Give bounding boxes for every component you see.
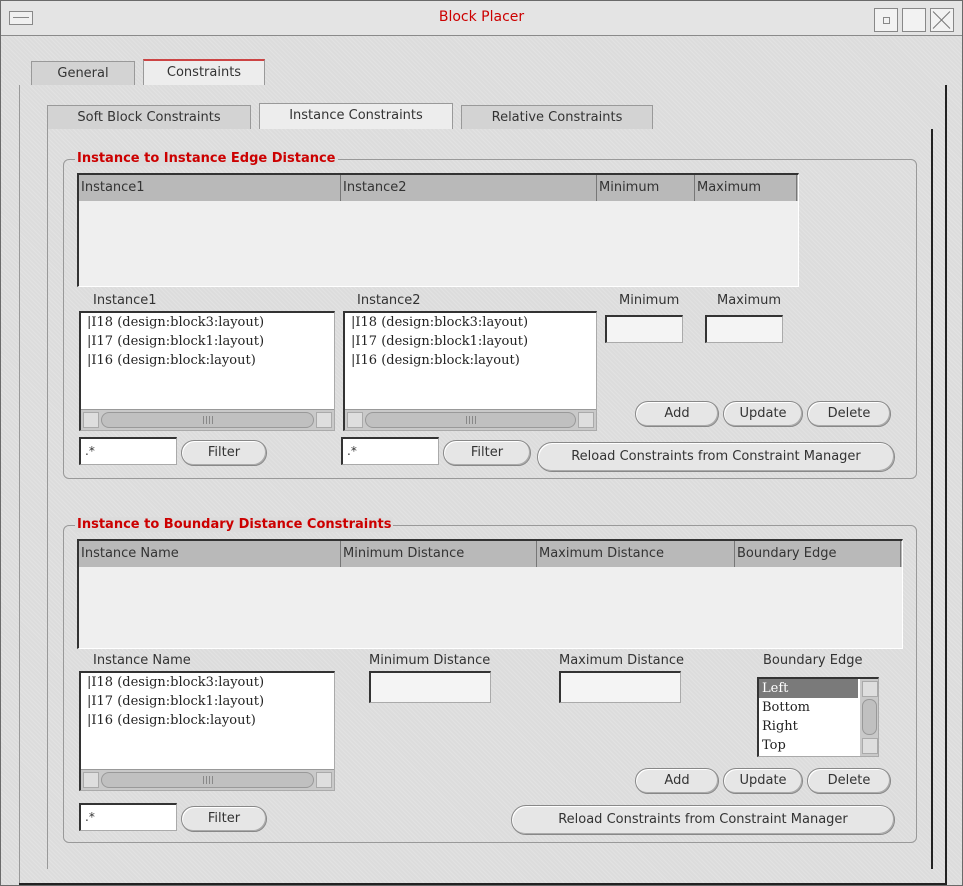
boundary-edge-label: Boundary Edge	[763, 653, 863, 668]
edge-reload-button[interactable]: Reload Constraints from Constraint Manag…	[537, 442, 895, 472]
list-item[interactable]: |I16 (design:block:layout)	[81, 711, 334, 730]
edge-option-left[interactable]: Left	[759, 679, 858, 698]
title-bar[interactable]: Block Placer	[1, 1, 962, 36]
instance2-list[interactable]: |I18 (design:block3:layout) |I17 (design…	[343, 311, 597, 431]
list-item[interactable]: |I18 (design:block3:layout)	[345, 313, 596, 332]
tab-general[interactable]: General	[31, 61, 135, 85]
scroll-right-icon[interactable]	[578, 412, 594, 428]
instance-name-list[interactable]: |I18 (design:block3:layout) |I17 (design…	[79, 671, 335, 791]
list-item[interactable]: |I18 (design:block3:layout)	[81, 313, 334, 332]
maximum-distance-input[interactable]	[559, 671, 681, 703]
column-instance1[interactable]: Instance1	[79, 175, 341, 201]
panel-border-bottom	[19, 883, 947, 885]
tab-relative-constraints[interactable]: Relative Constraints	[461, 105, 653, 129]
scroll-thumb[interactable]	[365, 412, 576, 428]
boundary-distance-title: Instance to Boundary Distance Constraint…	[75, 517, 394, 532]
list-item[interactable]: |I16 (design:block:layout)	[81, 351, 334, 370]
scroll-right-icon[interactable]	[316, 412, 332, 428]
boundary-update-button[interactable]: Update	[723, 768, 803, 794]
instance1-hscrollbar[interactable]	[81, 409, 334, 430]
tab-constraints[interactable]: Constraints	[143, 59, 265, 85]
edge-delete-button[interactable]: Delete	[807, 401, 891, 427]
instance2-filter-input[interactable]: .*	[341, 437, 439, 465]
boundary-add-button[interactable]: Add	[635, 768, 719, 794]
tab-soft-block-constraints[interactable]: Soft Block Constraints	[47, 105, 251, 129]
column-minimum[interactable]: Minimum	[597, 175, 695, 201]
block-placer-window: Block Placer General Constraints Soft Bl…	[0, 0, 963, 886]
minimum-distance-label: Minimum Distance	[369, 653, 491, 668]
instance1-label: Instance1	[93, 293, 157, 308]
column-maximum-distance[interactable]: Maximum Distance	[537, 541, 735, 567]
edge-option-top[interactable]: Top	[759, 736, 858, 755]
list-item[interactable]: |I17 (design:block1:layout)	[81, 332, 334, 351]
close-icon[interactable]	[930, 8, 954, 32]
instance-name-filter-input[interactable]: .*	[79, 803, 177, 831]
scroll-thumb[interactable]	[862, 699, 877, 735]
maximum-input[interactable]	[705, 315, 783, 343]
scroll-up-icon[interactable]	[862, 681, 878, 697]
instance-name-filter-button[interactable]: Filter	[181, 806, 267, 832]
window-title: Block Placer	[438, 9, 525, 25]
boundary-edge-list[interactable]: Left Bottom Right Top	[757, 677, 879, 757]
column-instance-name[interactable]: Instance Name	[79, 541, 341, 567]
edge-add-button[interactable]: Add	[635, 401, 719, 427]
scroll-left-icon[interactable]	[83, 412, 99, 428]
instance2-label: Instance2	[357, 293, 421, 308]
list-item[interactable]: |I17 (design:block1:layout)	[81, 692, 334, 711]
panel-border	[19, 85, 20, 885]
panel-border-right	[945, 85, 947, 885]
column-instance2[interactable]: Instance2	[341, 175, 597, 201]
list-item[interactable]: |I18 (design:block3:layout)	[81, 673, 334, 692]
edge-distance-title: Instance to Instance Edge Distance	[75, 151, 338, 166]
scroll-thumb[interactable]	[101, 772, 314, 788]
edge-constraints-table[interactable]: Instance1 Instance2 Minimum Maximum	[77, 173, 799, 287]
maximum-distance-label: Maximum Distance	[559, 653, 685, 668]
edge-update-button[interactable]: Update	[723, 401, 803, 427]
boundary-reload-button[interactable]: Reload Constraints from Constraint Manag…	[511, 805, 895, 835]
instance1-filter-input[interactable]: .*	[79, 437, 177, 465]
column-minimum-distance[interactable]: Minimum Distance	[341, 541, 537, 567]
boundary-delete-button[interactable]: Delete	[807, 768, 891, 794]
scroll-thumb[interactable]	[101, 412, 314, 428]
subpanel-border-left	[47, 129, 48, 869]
scroll-left-icon[interactable]	[347, 412, 363, 428]
minimum-input[interactable]	[605, 315, 683, 343]
column-maximum[interactable]: Maximum	[695, 175, 797, 201]
list-item[interactable]: |I16 (design:block:layout)	[345, 351, 596, 370]
table-header: Instance1 Instance2 Minimum Maximum	[79, 175, 798, 201]
instance2-filter-button[interactable]: Filter	[443, 440, 531, 466]
minimize-icon[interactable]	[874, 8, 898, 32]
instance-name-label: Instance Name	[93, 653, 191, 668]
edge-option-bottom[interactable]: Bottom	[759, 698, 858, 717]
minimum-label: Minimum	[619, 293, 680, 308]
boundary-constraints-table[interactable]: Instance Name Minimum Distance Maximum D…	[77, 539, 903, 649]
instance2-hscrollbar[interactable]	[345, 409, 596, 430]
boundary-edge-vscrollbar[interactable]	[860, 679, 878, 756]
instance1-filter-button[interactable]: Filter	[181, 440, 267, 466]
scroll-down-icon[interactable]	[862, 738, 878, 754]
scroll-left-icon[interactable]	[83, 772, 99, 788]
list-item[interactable]: |I17 (design:block1:layout)	[345, 332, 596, 351]
column-boundary-edge[interactable]: Boundary Edge	[735, 541, 901, 567]
edge-option-right[interactable]: Right	[759, 717, 858, 736]
instance-name-hscrollbar[interactable]	[81, 769, 334, 790]
maximum-label: Maximum	[717, 293, 782, 308]
scroll-right-icon[interactable]	[316, 772, 332, 788]
table-header: Instance Name Minimum Distance Maximum D…	[79, 541, 902, 567]
minimum-distance-input[interactable]	[369, 671, 491, 703]
maximize-icon[interactable]	[902, 8, 926, 32]
tab-instance-constraints[interactable]: Instance Constraints	[259, 103, 453, 129]
subpanel-border-right	[931, 129, 933, 869]
instance1-list[interactable]: |I18 (design:block3:layout) |I17 (design…	[79, 311, 335, 431]
